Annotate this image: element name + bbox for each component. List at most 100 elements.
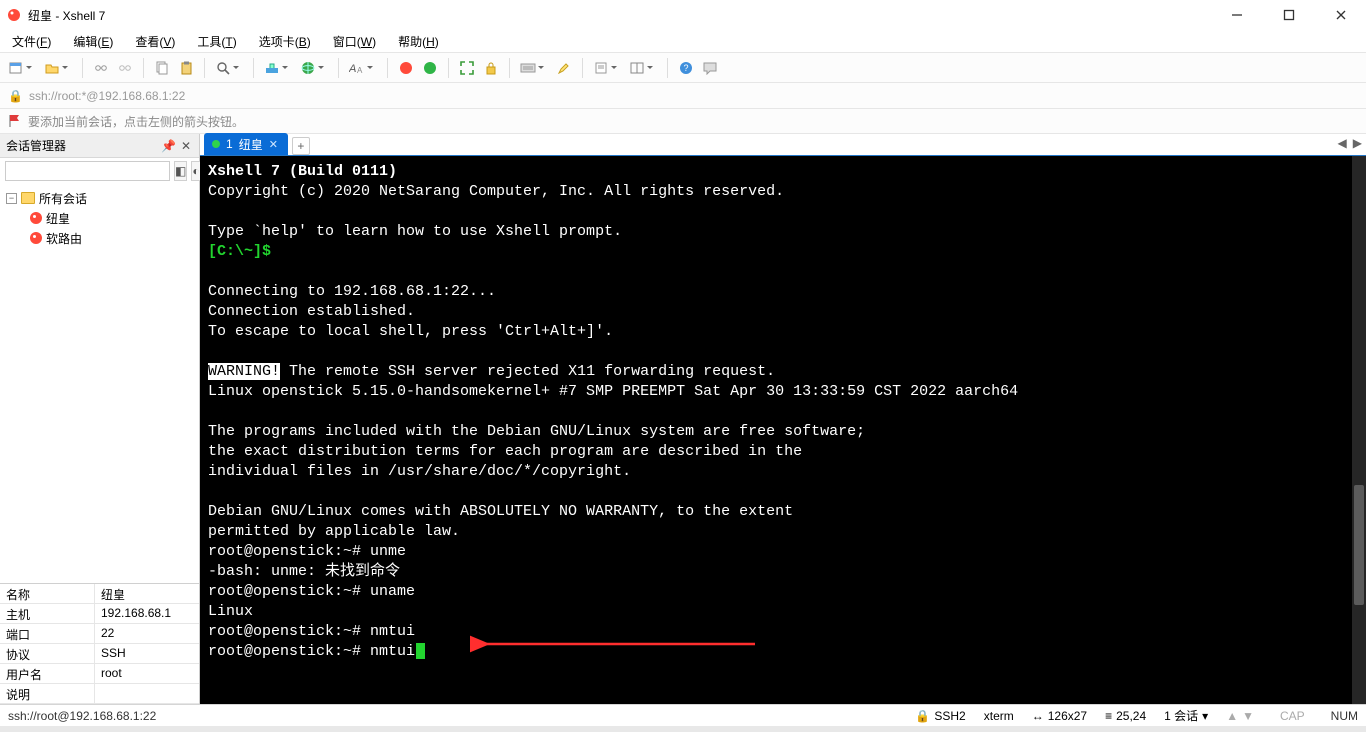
- tab-active[interactable]: 1 纽皇 ✕: [204, 133, 288, 155]
- find-icon[interactable]: [213, 58, 233, 78]
- globe-icon[interactable]: [298, 58, 318, 78]
- new-session-icon[interactable]: [6, 58, 26, 78]
- menu-view[interactable]: 查看(V): [131, 31, 179, 52]
- expander-icon[interactable]: −: [6, 193, 17, 204]
- status-sessions: 1 会话: [1164, 707, 1198, 724]
- status-bar: ssh://root@192.168.68.1:22 🔒 SSH2 xterm ↔…: [0, 704, 1366, 726]
- size-icon: ↔: [1032, 709, 1044, 723]
- tree-item-label: 软路由: [46, 230, 82, 247]
- tree-root[interactable]: − 所有会话: [2, 188, 197, 208]
- status-cursor: 25,24: [1116, 709, 1146, 723]
- session-manager-panel: 会话管理器 📌 ✕ ◧ ◐ ▭ ⋯ − 所有会话 纽皇 软路由: [0, 134, 200, 704]
- annotation-arrow-icon: [470, 634, 760, 654]
- status-termtype: xterm: [984, 709, 1014, 723]
- panel-close-icon[interactable]: ✕: [179, 139, 193, 153]
- flag-icon[interactable]: [8, 114, 22, 128]
- window-title: 纽皇 - Xshell 7: [28, 7, 105, 24]
- hint-text: 要添加当前会话，点击左侧的箭头按钮。: [28, 113, 244, 130]
- lock-tiny-icon: 🔒: [915, 709, 930, 723]
- svg-text:A: A: [349, 63, 356, 75]
- close-button[interactable]: [1328, 4, 1354, 26]
- fullscreen-icon[interactable]: [457, 58, 477, 78]
- open-icon[interactable]: [42, 58, 62, 78]
- help-icon[interactable]: ?: [676, 58, 696, 78]
- status-ssh: SSH2: [934, 709, 965, 723]
- menu-file[interactable]: 文件(F): [8, 31, 55, 52]
- xshell-red-icon[interactable]: [396, 58, 416, 78]
- tab-strip: 1 纽皇 ✕ + ◀ ▶: [200, 134, 1366, 156]
- new-tab-button[interactable]: +: [292, 137, 310, 155]
- address-bar[interactable]: 🔒 ssh://root:*@192.168.68.1:22: [0, 82, 1366, 108]
- address-text: ssh://root:*@192.168.68.1:22: [29, 89, 185, 103]
- tree-item[interactable]: 纽皇: [2, 208, 197, 228]
- terminal[interactable]: Xshell 7 (Build 0111) Copyright (c) 2020…: [200, 156, 1366, 704]
- session-properties: 名称纽皇 主机192.168.68.1 端口22 协议SSH 用户名root 说…: [0, 583, 199, 704]
- font-icon[interactable]: AA: [347, 58, 367, 78]
- disconnect-icon[interactable]: [115, 58, 135, 78]
- highlight-icon[interactable]: [554, 58, 574, 78]
- prop-val-desc: [95, 684, 199, 703]
- app-icon: [6, 7, 22, 23]
- tree-root-label: 所有会话: [39, 190, 87, 207]
- search-toggle-1[interactable]: ◧: [174, 161, 187, 181]
- panel-header: 会话管理器 📌 ✕: [0, 134, 199, 158]
- tab-label: 纽皇: [239, 136, 263, 153]
- tab-index: 1: [226, 137, 233, 151]
- tab-prev-icon[interactable]: ◀: [1338, 136, 1347, 150]
- chevron-down-icon[interactable]: ▾: [1202, 709, 1208, 723]
- status-size: 126x27: [1048, 709, 1087, 723]
- link-icon[interactable]: [91, 58, 111, 78]
- menu-edit[interactable]: 编辑(E): [69, 31, 117, 52]
- pin-icon[interactable]: 📌: [161, 139, 175, 153]
- prop-val-host: 192.168.68.1: [95, 604, 199, 623]
- menu-bar: 文件(F) 编辑(E) 查看(V) 工具(T) 选项卡(B) 窗口(W) 帮助(…: [0, 30, 1366, 52]
- prop-val-proto: SSH: [95, 644, 199, 663]
- prop-key-proto: 协议: [0, 644, 95, 663]
- script-icon[interactable]: [591, 58, 611, 78]
- copy-icon[interactable]: [152, 58, 172, 78]
- status-path: ssh://root@192.168.68.1:22: [8, 709, 156, 723]
- menu-help[interactable]: 帮助(H): [394, 31, 443, 52]
- prop-key-desc: 说明: [0, 684, 95, 703]
- tab-next-icon[interactable]: ▶: [1353, 136, 1362, 150]
- prop-key-name: 名称: [0, 584, 95, 603]
- hint-bar: 要添加当前会话，点击左侧的箭头按钮。: [0, 108, 1366, 134]
- prop-key-user: 用户名: [0, 664, 95, 683]
- tree-item[interactable]: 软路由: [2, 228, 197, 248]
- transfer-icon[interactable]: [262, 58, 282, 78]
- title-bar: 纽皇 - Xshell 7: [0, 0, 1366, 30]
- prop-key-host: 主机: [0, 604, 95, 623]
- keyboard-icon[interactable]: [518, 58, 538, 78]
- terminal-scrollbar[interactable]: [1352, 156, 1366, 704]
- maximize-button[interactable]: [1276, 4, 1302, 26]
- main-toolbar: AA ?: [0, 52, 1366, 82]
- status-dot-icon: [212, 140, 220, 148]
- xftp-green-icon[interactable]: [420, 58, 440, 78]
- menu-tabs[interactable]: 选项卡(B): [255, 31, 315, 52]
- lock-icon[interactable]: [481, 58, 501, 78]
- feedback-icon[interactable]: [700, 58, 720, 78]
- menu-window[interactable]: 窗口(W): [329, 31, 380, 52]
- paste-icon[interactable]: [176, 58, 196, 78]
- svg-text:?: ?: [684, 63, 689, 73]
- prop-key-port: 端口: [0, 624, 95, 643]
- minimize-button[interactable]: [1224, 4, 1250, 26]
- panel-title: 会话管理器: [6, 137, 66, 154]
- menu-tools[interactable]: 工具(T): [193, 31, 240, 52]
- tab-close-icon[interactable]: ✕: [269, 138, 278, 151]
- svg-text:A: A: [357, 66, 363, 75]
- tree-item-label: 纽皇: [46, 210, 70, 227]
- cursor-icon: ≡: [1105, 709, 1112, 723]
- folder-icon: [21, 192, 35, 204]
- status-cap: CAP: [1280, 709, 1305, 723]
- session-icon: [30, 212, 42, 224]
- status-num: NUM: [1331, 709, 1358, 723]
- prop-val-port: 22: [95, 624, 199, 643]
- down-icon: ▼: [1242, 709, 1254, 723]
- cursor: [416, 643, 425, 659]
- session-search-input[interactable]: [5, 161, 170, 181]
- session-tree[interactable]: − 所有会话 纽皇 软路由: [0, 184, 199, 583]
- prop-val-user: root: [95, 664, 199, 683]
- layout-icon[interactable]: [627, 58, 647, 78]
- session-icon: [30, 232, 42, 244]
